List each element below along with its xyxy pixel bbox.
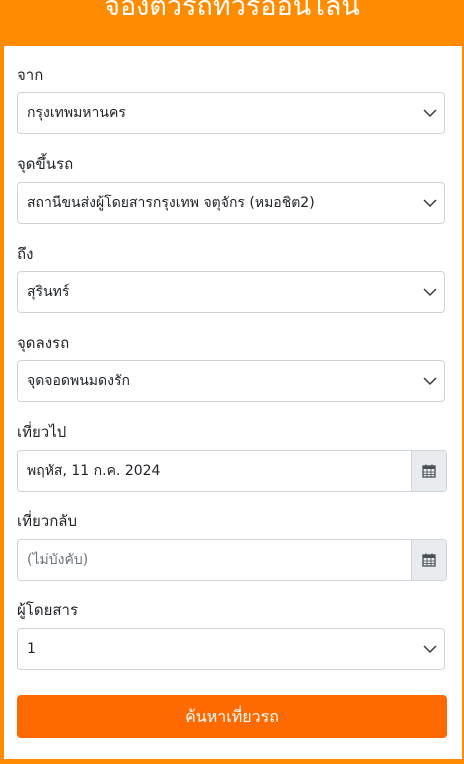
boarding-select[interactable]: สถานีขนส่งผู้โดยสารกรุงเทพ จตุจักร (หมอช… [17,182,445,224]
depart-date-field[interactable]: พฤหัส, 11 ก.ค. 2024 [17,450,447,492]
chevron-down-icon [423,199,437,208]
to-value: สุรินทร์ [27,284,70,300]
from-label: จาก [17,66,44,84]
page-title: จองตั๋วรถทัวร์ออนไลน์ [104,0,360,22]
depart-value: พฤหัส, 11 ก.ค. 2024 [27,463,161,479]
to-label: ถึง [17,245,34,263]
bottom-bar [0,759,464,764]
return-label: เที่ยวกลับ [17,512,78,530]
passengers-label: ผู้โดยสาร [17,601,79,619]
chevron-down-icon [423,288,437,297]
dropoff-select[interactable]: จุดจอดพนมดงรัก [17,360,445,402]
booking-form: จาก กรุงเทพมหานคร จุดขึ้นรถ สถานีขนส่งผู… [4,46,462,759]
depart-label: เที่ยวไป [17,423,67,441]
dropoff-value: จุดจอดพนมดงรัก [27,373,130,389]
return-calendar-button[interactable] [411,540,446,580]
return-date-field[interactable]: (ไม่บังคับ) [17,539,447,581]
return-placeholder: (ไม่บังคับ) [27,552,89,568]
search-trips-button[interactable]: ค้นหาเที่ยวรถ [17,695,447,738]
calendar-icon [422,464,436,478]
chevron-down-icon [423,109,437,118]
passengers-value: 1 [27,641,36,657]
from-select[interactable]: กรุงเทพมหานคร [17,92,445,134]
chevron-down-icon [423,645,437,654]
boarding-label: จุดขึ้นรถ [17,155,74,173]
from-value: กรุงเทพมหานคร [27,105,126,121]
page-header: จองตั๋วรถทัวร์ออนไลน์ [0,0,464,46]
passengers-select[interactable]: 1 [17,628,445,670]
dropoff-label: จุดลงรถ [17,334,70,352]
boarding-value: สถานีขนส่งผู้โดยสารกรุงเทพ จตุจักร (หมอช… [27,195,315,211]
chevron-down-icon [423,377,437,386]
depart-calendar-button[interactable] [411,451,446,491]
to-select[interactable]: สุรินทร์ [17,271,445,313]
calendar-icon [422,553,436,567]
